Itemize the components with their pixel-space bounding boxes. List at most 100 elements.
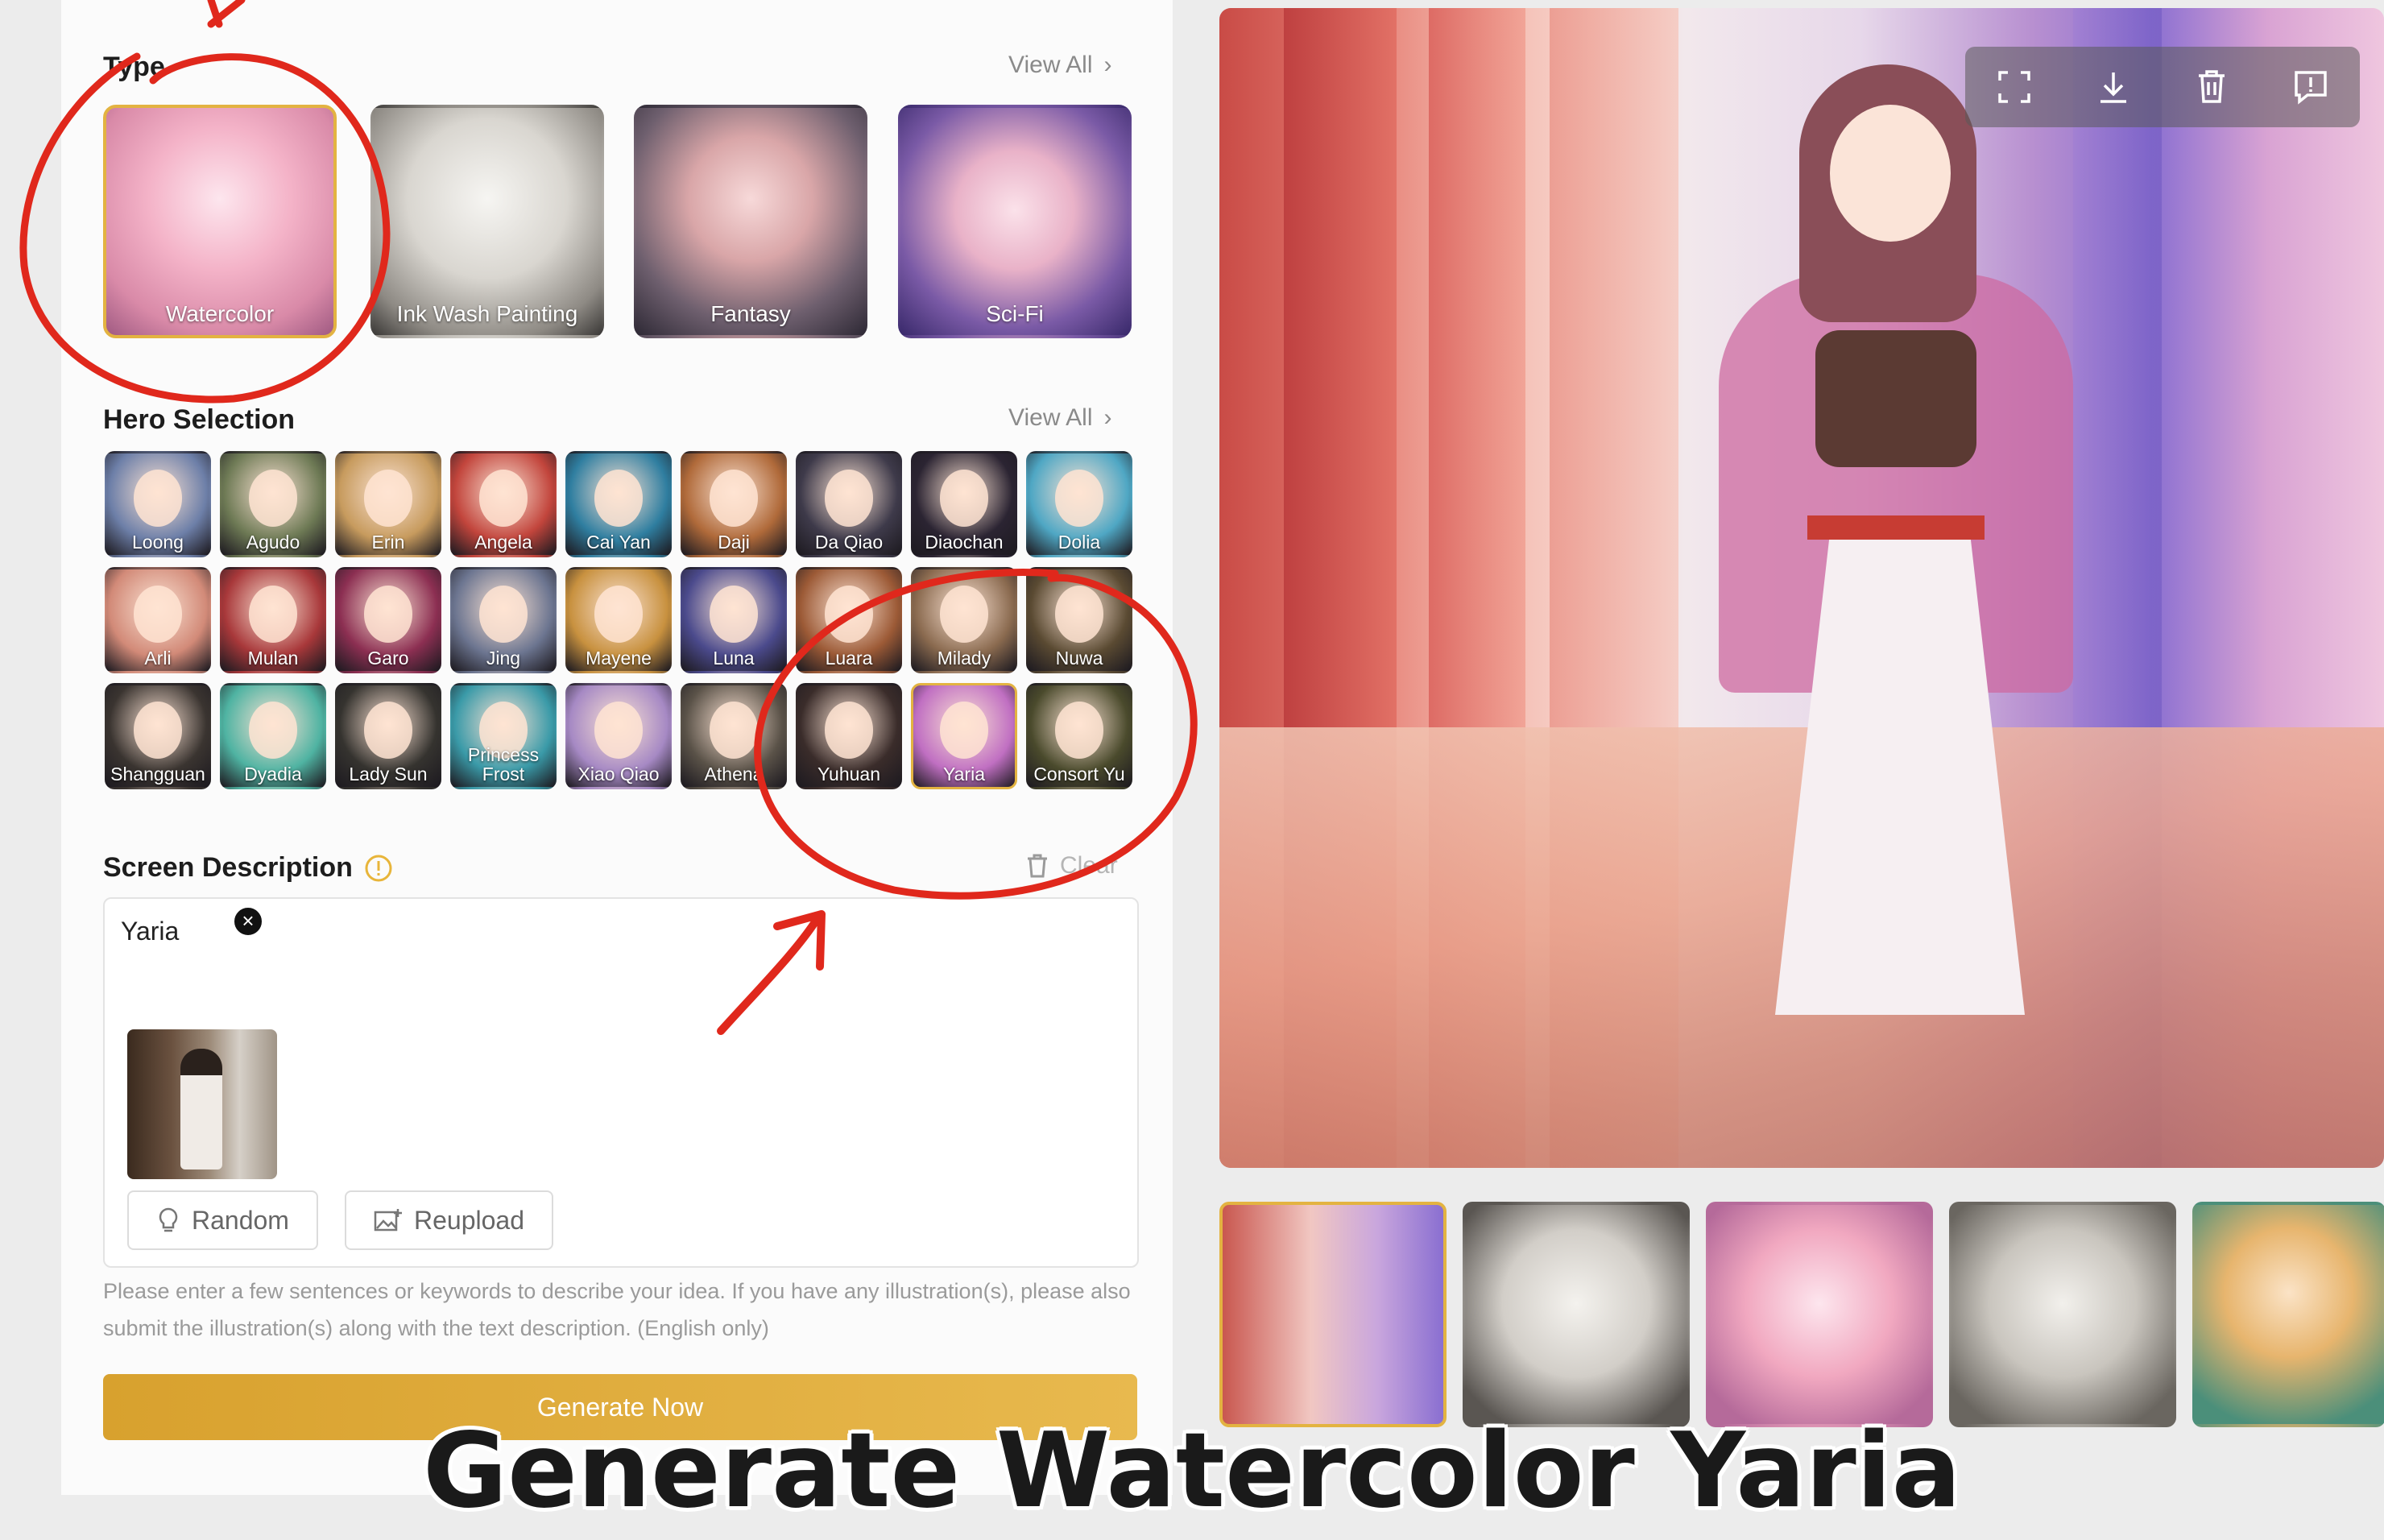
random-label: Random	[192, 1205, 289, 1235]
hero-portrait	[939, 470, 989, 527]
hero-card[interactable]: Lady Sun	[335, 683, 441, 789]
hero-card[interactable]: Luna	[681, 567, 787, 673]
feedback-icon[interactable]	[2290, 66, 2332, 108]
hero-card[interactable]: Cai Yan	[565, 451, 672, 557]
clear-button[interactable]: Clear	[1024, 852, 1118, 880]
hero-card[interactable]: Daji	[681, 451, 787, 557]
fullscreen-icon[interactable]	[1993, 66, 2035, 108]
girl-face	[1830, 105, 1951, 242]
hero-card[interactable]: Yuhuan	[796, 683, 902, 789]
hero-portrait	[709, 470, 759, 527]
hero-name: Mayene	[586, 648, 652, 669]
hero-card[interactable]: Consort Yu	[1026, 683, 1132, 789]
hero-card[interactable]: Angela	[450, 451, 557, 557]
hero-card[interactable]: Nuwa	[1026, 567, 1132, 673]
trash-icon[interactable]	[2191, 66, 2233, 108]
generated-image-preview	[1219, 8, 2384, 1168]
type-card-fantasy[interactable]: Fantasy	[634, 105, 867, 338]
hero-card[interactable]: Garo	[335, 567, 441, 673]
hero-card[interactable]: Da Qiao	[796, 451, 902, 557]
hero-name: Princess Frost	[467, 744, 540, 784]
gallery-thumb-ink-sketch[interactable]	[1949, 1202, 2176, 1427]
photo-person	[180, 1049, 222, 1169]
random-button[interactable]: Random	[127, 1190, 318, 1250]
hero-name: Luna	[713, 648, 755, 669]
chevron-right-icon: ›	[1103, 404, 1112, 431]
hero-portrait	[363, 586, 413, 643]
type-card-label: Ink Wash Painting	[396, 301, 578, 326]
type-card-label: Sci-Fi	[986, 301, 1044, 326]
hero-portrait	[133, 702, 183, 759]
girl-top	[1815, 330, 1976, 467]
type-card-ink-wash[interactable]: Ink Wash Painting	[370, 105, 604, 338]
description-text: Yaria	[121, 917, 180, 946]
hero-card[interactable]: Athena	[681, 683, 787, 789]
hero-card[interactable]: Milady	[911, 567, 1017, 673]
reupload-label: Reupload	[414, 1205, 524, 1235]
hero-grid: Loong Agudo Erin Angela Cai Yan Daji Da Qiao Di…	[105, 451, 1132, 789]
gallery-thumb-ink-girl[interactable]	[1463, 1202, 1690, 1427]
hero-name: Dyadia	[244, 764, 302, 784]
hero-portrait	[594, 470, 644, 527]
uploaded-photo-thumbnail	[127, 1029, 277, 1179]
hero-portrait	[133, 470, 183, 527]
result-gallery	[1219, 1202, 2384, 1427]
gallery-thumb-pink-girl[interactable]	[1706, 1202, 1933, 1427]
hero-portrait	[709, 702, 759, 759]
type-card-sci-fi[interactable]: Sci-Fi	[898, 105, 1132, 338]
hero-name: Athena	[704, 764, 764, 784]
view-all-label: View All	[1008, 404, 1093, 431]
hero-card[interactable]: Arli	[105, 567, 211, 673]
hero-card[interactable]: Agudo	[220, 451, 326, 557]
hero-portrait	[478, 470, 528, 527]
hero-name: Agudo	[246, 532, 300, 553]
hero-name: Daji	[718, 532, 750, 553]
hero-card[interactable]: Jing	[450, 567, 557, 673]
info-icon[interactable]	[364, 854, 393, 883]
hero-portrait	[133, 586, 183, 643]
hero-portrait	[824, 470, 874, 527]
hero-name: Angela	[474, 532, 532, 553]
hero-name: Milady	[937, 648, 991, 669]
hero-card[interactable]: Loong	[105, 451, 211, 557]
hero-card[interactable]: Princess Frost	[450, 683, 557, 789]
type-card-label: Fantasy	[710, 301, 791, 326]
hero-portrait	[709, 586, 759, 643]
gallery-thumb-blonde-girl[interactable]	[2192, 1202, 2384, 1427]
hero-name: Erin	[371, 532, 405, 553]
hero-name: Xiao Qiao	[577, 764, 660, 784]
hero-card[interactable]: Shangguan	[105, 683, 211, 789]
hero-name: Garo	[367, 648, 409, 669]
hero-card[interactable]: Luara	[796, 567, 902, 673]
hero-portrait	[248, 586, 298, 643]
hero-card[interactable]: Mayene	[565, 567, 672, 673]
hero-name: Luara	[825, 648, 873, 669]
type-card-watercolor[interactable]: Watercolor	[103, 105, 337, 338]
clear-label: Clear	[1060, 852, 1118, 879]
hero-card[interactable]: Mulan	[220, 567, 326, 673]
gallery-thumb-watercolor[interactable]	[1219, 1202, 1447, 1427]
remove-photo-close-icon[interactable]: ×	[232, 905, 264, 938]
hero-card[interactable]: Xiao Qiao	[565, 683, 672, 789]
preview-toolbar	[1965, 47, 2360, 127]
hero-card[interactable]: Yaria	[911, 683, 1017, 789]
download-icon[interactable]	[2092, 66, 2134, 108]
type-view-all-link[interactable]: View All ›	[1008, 52, 1112, 79]
hero-portrait	[594, 702, 644, 759]
hero-card[interactable]: Dyadia	[220, 683, 326, 789]
hero-name: Mulan	[247, 648, 299, 669]
description-textarea[interactable]: Yaria × Random Reupload	[103, 897, 1139, 1268]
hero-portrait	[939, 586, 989, 643]
hero-card[interactable]: Erin	[335, 451, 441, 557]
view-all-label: View All	[1008, 52, 1093, 78]
hero-card[interactable]: Diaochan	[911, 451, 1017, 557]
hero-portrait	[939, 702, 989, 759]
hero-name: Lady Sun	[349, 764, 428, 784]
hero-card[interactable]: Dolia	[1026, 451, 1132, 557]
hero-portrait	[594, 586, 644, 643]
hero-portrait	[824, 586, 874, 643]
reupload-button[interactable]: Reupload	[345, 1190, 553, 1250]
hero-name: Loong	[132, 532, 184, 553]
hero-view-all-link[interactable]: View All ›	[1008, 404, 1112, 432]
hero-portrait	[248, 470, 298, 527]
